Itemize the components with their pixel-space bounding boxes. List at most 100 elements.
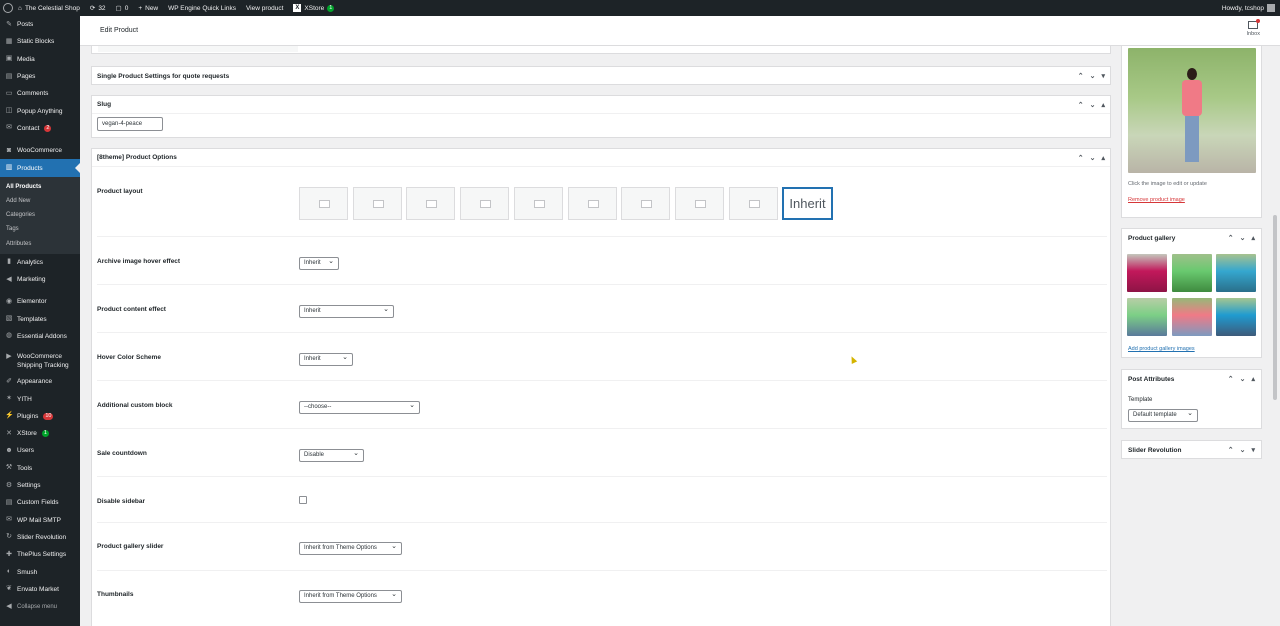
new-content-link[interactable]: + New [133,0,163,16]
submenu-attributes[interactable]: Attributes [0,236,80,250]
quote-settings-header[interactable]: Single Product Settings for quote reques… [92,67,1110,85]
chevron-down-icon[interactable]: ⌄ [1090,154,1096,162]
product-image[interactable] [1128,48,1256,173]
add-gallery-images-link[interactable]: Add product gallery images [1128,346,1195,352]
slider-revolution-header[interactable]: Slider Revolution ⌃ ⌄ ▾ [1122,441,1261,459]
comments-link[interactable]: ▢ 0 [111,0,134,16]
toggle-arrow-icon[interactable]: ▾ [1251,446,1255,454]
inbox-button[interactable]: Inbox [1247,19,1261,37]
toggle-arrow-icon[interactable]: ▴ [1101,154,1105,162]
menu-slider-revolution[interactable]: ↻ Slider Revolution [0,529,80,546]
submenu-tags[interactable]: Tags [0,222,80,236]
chevron-up-icon[interactable]: ⌃ [1228,375,1234,383]
layout-option-6[interactable] [568,187,617,220]
wp-engine-quick-links[interactable]: WP Engine Quick Links [163,0,241,16]
layout-option-3[interactable] [406,187,455,220]
menu-posts[interactable]: ✎ Posts [0,16,80,33]
post-attributes-header[interactable]: Post Attributes ⌃ ⌄ ▴ [1122,370,1261,388]
menu-envato-market[interactable]: ❦ Envato Market [0,581,80,598]
product-gallery-header[interactable]: Product gallery ⌃ ⌄ ▴ [1122,229,1261,247]
layout-option-1[interactable] [299,187,348,220]
remove-product-image-link[interactable]: Remove product image [1128,197,1185,203]
menu-users[interactable]: ☻ Users [0,442,80,459]
chevron-up-icon[interactable]: ⌃ [1228,446,1234,454]
gallery-thumb[interactable] [1216,298,1256,336]
custom-block-select[interactable]: --choose-- [299,400,420,414]
collapse-menu-button[interactable]: ◀ Collapse menu [0,598,80,615]
sale-countdown-select[interactable]: Disable [299,448,364,462]
toggle-arrow-icon[interactable]: ▾ [1101,72,1105,80]
menu-analytics[interactable]: ▮ Analytics [0,254,80,271]
menu-products[interactable]: ▥ Products [0,159,80,177]
submenu-all-products[interactable]: All Products [0,180,80,194]
menu-pages[interactable]: ▤ Pages [0,68,80,85]
menu-wp-mail-smtp[interactable]: ✉ WP Mail SMTP [0,511,80,528]
menu-settings[interactable]: ⚙ Settings [0,477,80,494]
layout-option-inherit[interactable]: Inherit [782,187,833,220]
menu-marketing[interactable]: ◀ Marketing [0,271,80,288]
product-options-header[interactable]: [8theme] Product Options ⌃ ⌄ ▴ [92,149,1110,167]
page-scrollbar[interactable] [1273,215,1277,400]
menu-smush[interactable]: ◐ Smush [0,563,80,580]
menu-tools[interactable]: ⚒ Tools [0,460,80,477]
image-edit-hint: Click the image to edit or update [1128,181,1207,187]
my-account-link[interactable]: Howdy, tcshop [1217,0,1280,16]
menu-woocommerce[interactable]: ◙ WooCommerce [0,142,80,159]
chevron-down-icon[interactable]: ⌄ [1090,101,1096,109]
gallery-thumb[interactable] [1127,298,1167,336]
field-row-sale-countdown: Sale countdown Disable [97,429,1107,477]
chevron-up-icon[interactable]: ⌃ [1078,154,1084,162]
thumbnails-select[interactable]: Inherit from Theme Options [299,589,402,603]
chevron-down-icon[interactable]: ⌄ [1090,72,1096,80]
menu-static-blocks[interactable]: ▦ Static Blocks [0,33,80,50]
disable-sidebar-checkbox[interactable] [299,496,307,504]
submenu-categories[interactable]: Categories [0,208,80,222]
menu-popup-anything[interactable]: ◫ Popup Anything [0,102,80,119]
layout-option-5[interactable] [514,187,563,220]
chevron-up-icon[interactable]: ⌃ [1078,101,1084,109]
toggle-arrow-icon[interactable]: ▴ [1101,101,1105,109]
menu-theplus-settings[interactable]: ✚ ThePlus Settings [0,546,80,563]
menu-appearance[interactable]: ✐ Appearance [0,373,80,390]
menu-xstore[interactable]: ✕ XStore 1 [0,425,80,442]
layout-option-4[interactable] [460,187,509,220]
menu-plugins[interactable]: ⚡ Plugins 10 [0,408,80,425]
slug-input[interactable]: vegan-4-peace [97,117,163,131]
updates-link[interactable]: ⟳ 32 [85,0,111,16]
menu-essential-addons[interactable]: ◍ Essential Addons [0,328,80,345]
menu-yith[interactable]: ✶ YITH [0,390,80,407]
chevron-up-icon[interactable]: ⌃ [1078,72,1084,80]
menu-media[interactable]: ▣ Media [0,51,80,68]
gallery-thumb[interactable] [1127,254,1167,292]
menu-shipping-tracking[interactable]: ▶ WooCommerce Shipping Tracking [0,350,80,373]
site-name-link[interactable]: ⌂ The Celestial Shop [13,0,85,16]
xstore-link[interactable]: X XStore 1 [288,0,339,16]
menu-elementor[interactable]: ◉ Elementor [0,293,80,310]
wordpress-logo-icon[interactable] [3,3,13,13]
toggle-arrow-icon[interactable]: ▴ [1251,234,1255,242]
chevron-down-icon[interactable]: ⌄ [1240,234,1246,242]
template-select[interactable]: Default template [1128,408,1198,422]
view-product-link[interactable]: View product [241,0,288,16]
content-effect-select[interactable]: Inherit [299,304,394,318]
gallery-thumb[interactable] [1172,254,1212,292]
layout-option-2[interactable] [353,187,402,220]
layout-option-7[interactable] [621,187,670,220]
toggle-arrow-icon[interactable]: ▴ [1251,375,1255,383]
layout-option-8[interactable] [675,187,724,220]
chevron-down-icon[interactable]: ⌄ [1240,375,1246,383]
chevron-down-icon[interactable]: ⌄ [1240,446,1246,454]
chevron-up-icon[interactable]: ⌃ [1228,234,1234,242]
gallery-slider-select[interactable]: Inherit from Theme Options [299,541,402,555]
menu-custom-fields[interactable]: ▤ Custom Fields [0,494,80,511]
hover-color-select[interactable]: Inherit [299,352,353,366]
slug-header[interactable]: Slug ⌃ ⌄ ▴ [92,96,1110,114]
gallery-thumb[interactable] [1172,298,1212,336]
archive-hover-select[interactable]: Inherit [299,256,339,270]
submenu-add-new[interactable]: Add New [0,194,80,208]
layout-option-9[interactable] [729,187,778,220]
menu-contact[interactable]: ✉ Contact 2 [0,120,80,137]
menu-templates[interactable]: ▧ Templates [0,311,80,328]
menu-comments[interactable]: ▭ Comments [0,85,80,102]
gallery-thumb[interactable] [1216,254,1256,292]
